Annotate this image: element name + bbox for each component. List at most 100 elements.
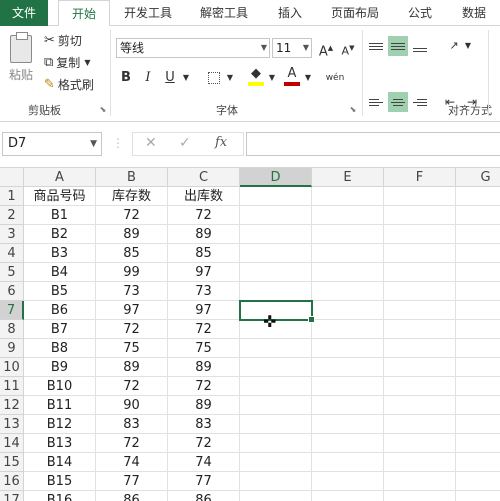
border-button[interactable] — [204, 68, 224, 88]
cell-a6[interactable]: B5 — [24, 282, 96, 301]
tab-formulas[interactable]: 公式 — [398, 0, 442, 26]
align-right-button[interactable] — [410, 92, 430, 112]
cell-c5[interactable]: 97 — [168, 263, 240, 282]
cell-f5[interactable] — [384, 263, 456, 282]
cell-f15[interactable] — [384, 453, 456, 472]
grow-font-button[interactable]: A▲ — [316, 38, 336, 59]
cell-a8[interactable]: B7 — [24, 320, 96, 339]
italic-button[interactable]: I — [138, 68, 158, 88]
cell-b6[interactable]: 73 — [96, 282, 168, 301]
chevron-down-icon[interactable]: ▼ — [302, 68, 314, 88]
cell-f11[interactable] — [384, 377, 456, 396]
cell-c9[interactable]: 75 — [168, 339, 240, 358]
cut-button[interactable]: ✂ 剪切 — [44, 30, 94, 50]
align-top-button[interactable] — [366, 36, 386, 56]
cell-f7[interactable] — [384, 301, 456, 320]
cell-a7[interactable]: B6 — [24, 301, 96, 320]
cell-b10[interactable]: 89 — [96, 358, 168, 377]
column-header-c[interactable]: C — [168, 168, 240, 187]
tab-data[interactable]: 数据 — [452, 0, 496, 26]
cell-d12[interactable] — [240, 396, 312, 415]
cell-a11[interactable]: B10 — [24, 377, 96, 396]
row-header[interactable]: 13 — [0, 415, 24, 434]
column-header-a[interactable]: A — [24, 168, 96, 187]
cell-b14[interactable]: 72 — [96, 434, 168, 453]
tab-developer[interactable]: 开发工具 — [116, 0, 180, 26]
cell-e4[interactable] — [312, 244, 384, 263]
align-left-button[interactable] — [366, 92, 386, 112]
cell-d17[interactable] — [240, 491, 312, 501]
copy-button[interactable]: ⧉ 复制 ▼ — [44, 52, 104, 72]
row-header[interactable]: 6 — [0, 282, 24, 301]
cell-f2[interactable] — [384, 206, 456, 225]
cell-g11[interactable] — [456, 377, 500, 396]
cell-f3[interactable] — [384, 225, 456, 244]
cancel-icon[interactable]: ✕ — [145, 135, 157, 151]
cell-e3[interactable] — [312, 225, 384, 244]
cell-b16[interactable]: 77 — [96, 472, 168, 491]
orientation-button[interactable]: ↗ — [444, 36, 464, 56]
cell-g1[interactable] — [456, 187, 500, 206]
cell-c16[interactable]: 77 — [168, 472, 240, 491]
cell-b13[interactable]: 83 — [96, 415, 168, 434]
cell-c15[interactable]: 74 — [168, 453, 240, 472]
tab-decrypt-tools[interactable]: 解密工具 — [192, 0, 256, 26]
cell-a2[interactable]: B1 — [24, 206, 96, 225]
cell-a3[interactable]: B2 — [24, 225, 96, 244]
cell-d11[interactable] — [240, 377, 312, 396]
cell-f14[interactable] — [384, 434, 456, 453]
font-color-button[interactable]: A — [282, 66, 302, 90]
cell-b7[interactable]: 97 — [96, 301, 168, 320]
cell-c12[interactable]: 89 — [168, 396, 240, 415]
column-header-b[interactable]: B — [96, 168, 168, 187]
name-box[interactable]: D7 ▼ — [2, 132, 102, 156]
cell-f16[interactable] — [384, 472, 456, 491]
cell-g14[interactable] — [456, 434, 500, 453]
cell-f9[interactable] — [384, 339, 456, 358]
cell-e16[interactable] — [312, 472, 384, 491]
cell-g13[interactable] — [456, 415, 500, 434]
cell-c3[interactable]: 89 — [168, 225, 240, 244]
cell-e7[interactable] — [312, 301, 384, 320]
cell-d9[interactable] — [240, 339, 312, 358]
cell-f8[interactable] — [384, 320, 456, 339]
cell-b2[interactable]: 72 — [96, 206, 168, 225]
column-header-f[interactable]: F — [384, 168, 456, 187]
enter-icon[interactable]: ✓ — [179, 135, 191, 151]
chevron-down-icon[interactable]: ▼ — [462, 36, 474, 56]
cell-c11[interactable]: 72 — [168, 377, 240, 396]
cell-g3[interactable] — [456, 225, 500, 244]
row-header[interactable]: 8 — [0, 320, 24, 339]
cell-b17[interactable]: 86 — [96, 491, 168, 501]
cell-a16[interactable]: B15 — [24, 472, 96, 491]
column-header-e[interactable]: E — [312, 168, 384, 187]
paste-label[interactable]: 粘贴 — [6, 66, 36, 82]
cell-e1[interactable] — [312, 187, 384, 206]
cell-g8[interactable] — [456, 320, 500, 339]
cell-e6[interactable] — [312, 282, 384, 301]
cell-d10[interactable] — [240, 358, 312, 377]
cell-b8[interactable]: 72 — [96, 320, 168, 339]
fill-color-button[interactable]: ◆ — [246, 66, 266, 90]
cell-d3[interactable] — [240, 225, 312, 244]
insert-function-icon[interactable]: fx — [215, 135, 227, 150]
row-header[interactable]: 1 — [0, 187, 24, 206]
row-header[interactable]: 17 — [0, 491, 24, 501]
cell-f12[interactable] — [384, 396, 456, 415]
cell-b5[interactable]: 99 — [96, 263, 168, 282]
cell-a5[interactable]: B4 — [24, 263, 96, 282]
row-header[interactable]: 16 — [0, 472, 24, 491]
cell-g12[interactable] — [456, 396, 500, 415]
row-header[interactable]: 7 — [0, 301, 24, 320]
cell-e14[interactable] — [312, 434, 384, 453]
tab-page-layout[interactable]: 页面布局 — [322, 0, 388, 26]
formula-input[interactable] — [246, 132, 500, 156]
cell-e17[interactable] — [312, 491, 384, 501]
row-header[interactable]: 9 — [0, 339, 24, 358]
cell-e2[interactable] — [312, 206, 384, 225]
cell-b9[interactable]: 75 — [96, 339, 168, 358]
select-all-corner[interactable] — [0, 168, 24, 187]
tab-file[interactable]: 文件 — [0, 0, 48, 26]
cell-a9[interactable]: B8 — [24, 339, 96, 358]
align-center-button[interactable] — [388, 92, 408, 112]
